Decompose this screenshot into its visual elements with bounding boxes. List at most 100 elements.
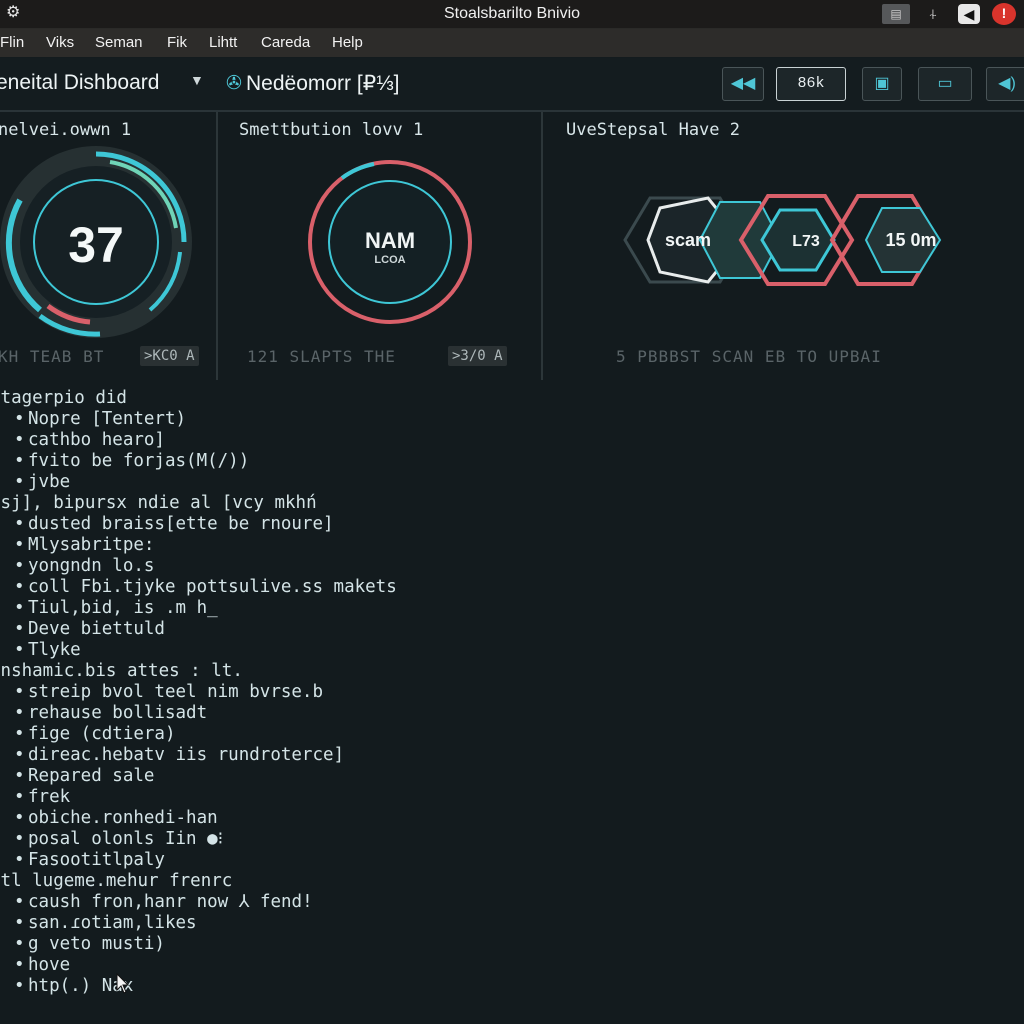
log-text: frek <box>28 787 71 807</box>
log-item[interactable]: • Mlysabritpe: <box>14 535 154 556</box>
bullet-icon: • <box>14 745 25 765</box>
log-text: rehause bollisadt <box>28 703 208 723</box>
log-item[interactable]: • hove <box>14 955 70 976</box>
log-item[interactable]: • streip bvol teel nim bvrse.b <box>14 682 323 703</box>
network-title: Nedëomorr [₽⅓] <box>246 71 399 96</box>
gauge-2-arc-cyan <box>340 162 375 180</box>
log-item[interactable]: • Tlyke <box>14 640 81 661</box>
network-badge: [₽⅓] <box>356 72 400 95</box>
menu-search[interactable]: Seman <box>95 34 143 51</box>
panel-2-footer: 121 SLAPTS THE <box>247 347 396 366</box>
log-item[interactable]: • posal olonls Iin ●⁝ <box>14 829 223 850</box>
minimize-icon[interactable]: ▤ <box>882 4 910 24</box>
close-icon[interactable]: ! <box>992 3 1016 25</box>
chevron-down-icon[interactable]: ▼ <box>190 72 204 88</box>
bullet-icon: • <box>14 514 25 534</box>
log-item[interactable]: • Repared sale <box>14 766 154 787</box>
log-item[interactable]: • rehause bollisadt <box>14 703 207 724</box>
log-item[interactable]: • fvito be forjas(M(/)) <box>14 451 249 472</box>
menu-fix[interactable]: Fik <box>167 34 187 51</box>
panel-1-pill[interactable]: >KC0 A <box>140 346 199 366</box>
gauge-2: NAM LCOA <box>308 160 472 324</box>
log-text: Tlyke <box>28 640 81 660</box>
panel-1-title: nelvei.owwn 1 <box>0 120 132 140</box>
log-text: gsj], bipursx ndie al [vcy mkhń <box>0 493 317 513</box>
rewind-icon[interactable]: ◀◀ <box>722 67 764 101</box>
log-item[interactable]: • obiche.ronhedi-han <box>14 808 218 829</box>
menu-light[interactable]: Lihtt <box>209 34 237 51</box>
log-text: utl lugeme.mehur frenrc <box>0 871 233 891</box>
dashboard-selector[interactable]: eneital Dishboard <box>0 71 159 95</box>
log-text: Mlysabritpe: <box>28 535 155 555</box>
log-item[interactable]: • cathbo hearo] <box>14 430 165 451</box>
network-status-icon: ✇ <box>226 73 242 94</box>
gauge-2-line-2: LCOA <box>374 254 405 266</box>
log-header: utl lugeme.mehur frenrc <box>0 871 232 892</box>
log-text: Deve biettuld <box>28 619 165 639</box>
log-text: hove <box>28 955 71 975</box>
menu-file[interactable]: Flin <box>0 34 24 51</box>
toolbar: eneital Dishboard ▼ ✇ Nedëomorr [₽⅓] ◀◀ … <box>0 58 1024 112</box>
log-text: caush fron,hanr now ⅄ fend! <box>28 892 313 912</box>
speaker-icon[interactable]: ◀) <box>986 67 1024 101</box>
bullet-icon: • <box>14 619 25 639</box>
panel-divider <box>216 112 218 380</box>
menu-help[interactable]: Help <box>332 34 363 51</box>
bullet-icon: • <box>14 724 25 744</box>
bullet-icon: • <box>14 850 25 870</box>
log-text: direac.hebatv iis rundroterce] <box>28 745 345 765</box>
log-item[interactable]: • san.ɾotiam,likes <box>14 913 197 934</box>
menu-bar: Flin Viks Seman Fik Lihtt Careda Help <box>0 29 1024 57</box>
bullet-icon: • <box>14 976 25 996</box>
log-text: streip bvol teel nim bvrse.b <box>28 682 324 702</box>
network-icon[interactable]: ⍭ <box>922 4 944 24</box>
menu-view[interactable]: Viks <box>46 34 74 51</box>
log-item[interactable]: • coll Fbi.tjyke pottsulive.ss makets <box>14 577 397 598</box>
speed-button[interactable]: 86k <box>776 67 846 101</box>
log-item[interactable]: • Tiul,bid, is .m h_ <box>14 598 218 619</box>
panel-3-footer: 5 PBBBST SCAN EB TO UPBAI <box>616 347 882 366</box>
gauge-1: 37 <box>0 146 192 338</box>
bullet-icon: • <box>14 556 25 576</box>
bullet-icon: • <box>14 451 25 471</box>
log-item[interactable]: • yongndn lo.s <box>14 556 154 577</box>
log-item[interactable]: • Deve biettuld <box>14 619 165 640</box>
bullet-icon: • <box>14 892 25 912</box>
log-text: obiche.ronhedi-han <box>28 808 218 828</box>
gauge-2-line-1: NAM <box>365 228 415 253</box>
bullet-icon: • <box>14 430 25 450</box>
log-item[interactable]: • dusted braiss[ette be rnoure] <box>14 514 334 535</box>
title-bar: ⚙ Stoalsbarilto Bnivio ▤ ⍭ ◀ ! <box>0 0 1024 29</box>
bullet-icon: • <box>14 766 25 786</box>
log-header: gnshamic.bis attes : lt. <box>0 661 243 682</box>
bullet-icon: • <box>14 913 25 933</box>
bullet-icon: • <box>14 934 25 954</box>
volume-icon[interactable]: ◀ <box>958 4 980 24</box>
bullet-icon: • <box>14 535 25 555</box>
log-text: Repared sale <box>28 766 155 786</box>
log-header: gsj], bipursx ndie al [vcy mkhń <box>0 493 317 514</box>
bullet-icon: • <box>14 829 25 849</box>
log-item[interactable]: • caush fron,hanr now ⅄ fend! <box>14 892 313 913</box>
bar-icon[interactable]: ▭ <box>918 67 972 101</box>
document-icon[interactable]: ▣ <box>862 67 902 101</box>
log-item[interactable]: • Nopre [Tentert) <box>14 409 186 430</box>
panel-2-pill[interactable]: >3/0 A <box>448 346 507 366</box>
network-label: Nedëomorr <box>246 72 352 95</box>
menu-careda[interactable]: Careda <box>261 34 310 51</box>
log-item[interactable]: • frek <box>14 787 70 808</box>
log-item[interactable]: • direac.hebatv iis rundroterce] <box>14 745 344 766</box>
chain-label-3: 15 0m <box>885 230 936 250</box>
window-title: Stoalsbarilto Bnivio <box>443 5 581 22</box>
bullet-icon: • <box>14 472 25 492</box>
log-item[interactable]: • Fasootitlpaly <box>14 850 165 871</box>
log-text: jvbe <box>28 472 71 492</box>
log-item[interactable]: • fige (cdtiera) <box>14 724 176 745</box>
log-text: stagerpio did <box>0 388 127 408</box>
log-item[interactable]: • g veto musti) <box>14 934 165 955</box>
bullet-icon: • <box>14 409 25 429</box>
log-text: Fasootitlpaly <box>28 850 165 870</box>
log-item[interactable]: • jvbe <box>14 472 70 493</box>
log-text: coll Fbi.tjyke pottsulive.ss makets <box>28 577 397 597</box>
chain-label-2: L73 <box>792 233 820 250</box>
